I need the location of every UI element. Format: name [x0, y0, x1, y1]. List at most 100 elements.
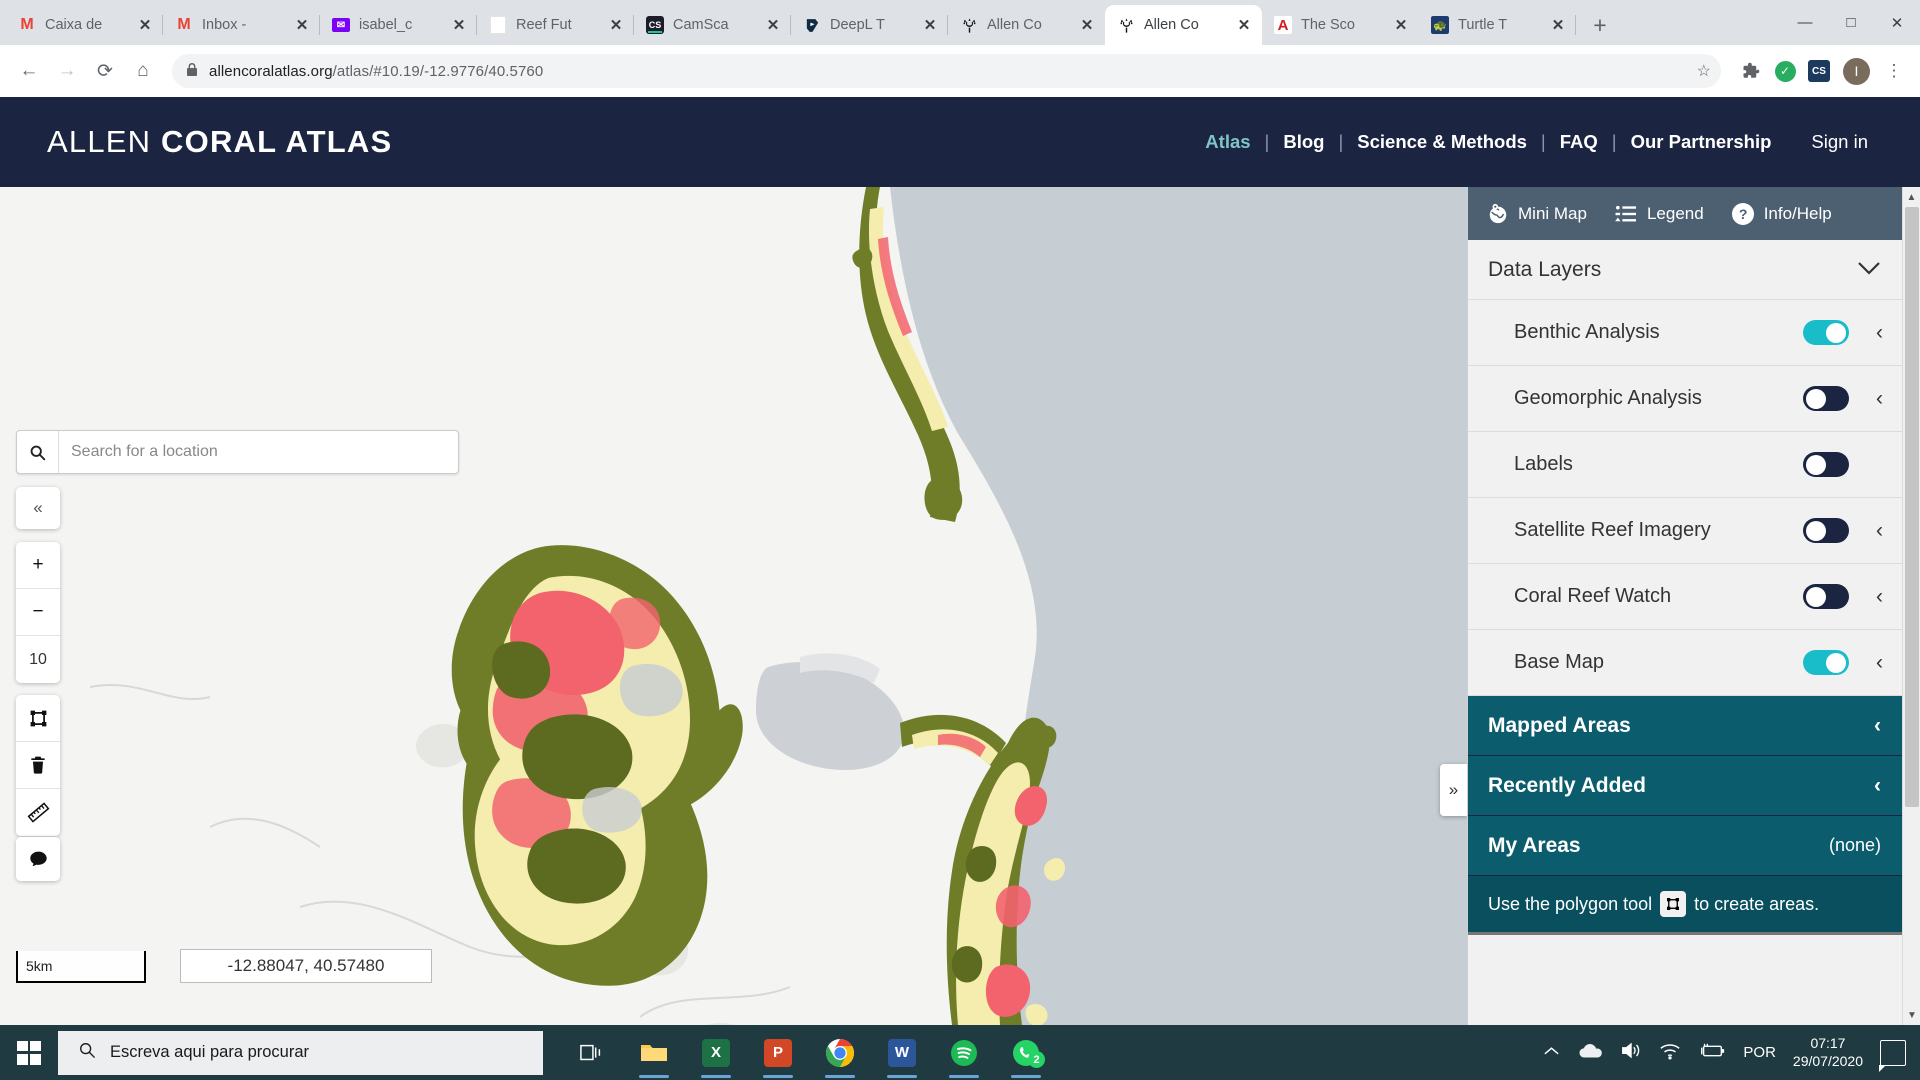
onedrive-icon[interactable] [1577, 1042, 1603, 1064]
chevron-left-icon[interactable]: ‹ [1849, 651, 1883, 675]
reload-button[interactable]: ⟳ [88, 54, 122, 88]
word-icon[interactable]: W [871, 1025, 933, 1080]
close-window-button[interactable]: ✕ [1874, 0, 1920, 45]
browser-tab[interactable]: DeepL T ✕ [791, 5, 948, 45]
search-input[interactable] [59, 431, 458, 473]
close-icon[interactable]: ✕ [920, 15, 940, 35]
wifi-icon[interactable] [1659, 1042, 1681, 1064]
nav-atlas[interactable]: Atlas [1205, 131, 1250, 153]
nav-science-methods[interactable]: Science & Methods [1357, 131, 1527, 153]
panel-scrollbar[interactable]: ▲ ▼ [1902, 187, 1920, 1025]
layer-row-benthic-analysis[interactable]: Benthic Analysis ‹ [1468, 300, 1903, 366]
scroll-down-arrow[interactable]: ▼ [1903, 1005, 1920, 1025]
notification-icon[interactable] [1879, 1039, 1906, 1072]
info-help-button[interactable]: ? Info/Help [1732, 202, 1832, 225]
profile-avatar[interactable]: I [1843, 57, 1870, 85]
chevron-left-icon[interactable]: ‹ [1874, 774, 1881, 798]
chevron-left-icon[interactable]: ‹ [1874, 714, 1881, 738]
layer-toggle-satellite-reef-imagery[interactable] [1803, 518, 1849, 543]
close-icon[interactable]: ✕ [1391, 15, 1411, 35]
address-bar[interactable]: allencoralatlas.org/atlas/#10.19/-12.977… [172, 54, 1721, 88]
sign-in-link[interactable]: Sign in [1811, 131, 1868, 153]
scroll-up-arrow[interactable]: ▲ [1903, 187, 1920, 207]
mini-map-button[interactable]: Mini Map [1486, 202, 1587, 225]
volume-icon[interactable] [1620, 1041, 1642, 1064]
chevron-left-icon[interactable]: ‹ [1849, 321, 1883, 345]
browser-tab-active[interactable]: Allen Co ✕ [1105, 5, 1262, 45]
legend-button[interactable]: Legend [1615, 202, 1704, 225]
layer-row-geomorphic-analysis[interactable]: Geomorphic Analysis ‹ [1468, 366, 1903, 432]
browser-tab[interactable]: ✉ isabel_c ✕ [320, 5, 477, 45]
zoom-in-button[interactable]: + [16, 542, 60, 589]
map-canvas[interactable]: « + − 10 [0, 187, 1920, 1025]
nav-faq[interactable]: FAQ [1560, 131, 1598, 153]
chrome-icon[interactable] [809, 1025, 871, 1080]
spotify-icon[interactable] [933, 1025, 995, 1080]
browser-tab[interactable]: 🐢 Turtle T ✕ [1419, 5, 1576, 45]
browser-tab[interactable]: Reef Fut ✕ [477, 5, 634, 45]
layer-toggle-coral-reef-watch[interactable] [1803, 584, 1849, 609]
close-icon[interactable]: ✕ [1234, 15, 1254, 35]
layer-toggle-labels[interactable] [1803, 452, 1849, 477]
chevron-down-icon[interactable] [1857, 258, 1881, 282]
bookmark-star-icon[interactable]: ☆ [1697, 61, 1711, 81]
layer-toggle-base-map[interactable] [1803, 650, 1849, 675]
whatsapp-icon[interactable]: 2 [995, 1025, 1057, 1080]
site-logo[interactable]: ALLEN CORAL ATLAS [47, 124, 392, 160]
data-layers-header[interactable]: Data Layers [1468, 240, 1903, 300]
powerpoint-icon[interactable]: P [747, 1025, 809, 1080]
home-button[interactable]: ⌂ [126, 54, 160, 88]
browser-tab[interactable]: M Inbox - ✕ [163, 5, 320, 45]
file-explorer-icon[interactable] [623, 1025, 685, 1080]
layer-row-base-map[interactable]: Base Map ‹ [1468, 630, 1903, 696]
location-search[interactable] [16, 430, 459, 474]
close-icon[interactable]: ✕ [1548, 15, 1568, 35]
layer-toggle-geomorphic-analysis[interactable] [1803, 386, 1849, 411]
layer-toggle-benthic-analysis[interactable] [1803, 320, 1849, 345]
panel-expander-button[interactable]: » [1440, 764, 1467, 816]
close-icon[interactable]: ✕ [1077, 15, 1097, 35]
delete-tool-button[interactable] [16, 742, 60, 789]
section-my-areas[interactable]: My Areas (none) [1468, 816, 1903, 876]
nav-our-partnership[interactable]: Our Partnership [1631, 131, 1772, 153]
polygon-tool-button[interactable] [16, 695, 60, 742]
start-button[interactable] [0, 1025, 58, 1080]
chevron-left-icon[interactable]: ‹ [1849, 519, 1883, 543]
browser-tab[interactable]: CS CamSca ✕ [634, 5, 791, 45]
new-tab-button[interactable]: + [1584, 9, 1616, 41]
zoom-out-button[interactable]: − [16, 589, 60, 636]
extensions-puzzle-icon[interactable] [1739, 59, 1763, 83]
clock[interactable]: 07:17 29/07/2020 [1793, 1035, 1863, 1071]
browser-tab[interactable]: M Caixa de ✕ [6, 5, 163, 45]
layer-row-labels[interactable]: Labels [1468, 432, 1903, 498]
minimize-button[interactable]: — [1782, 0, 1828, 45]
close-icon[interactable]: ✕ [292, 15, 312, 35]
language-indicator[interactable]: POR [1743, 1044, 1776, 1061]
comment-tool-button[interactable] [16, 837, 60, 881]
close-icon[interactable]: ✕ [763, 15, 783, 35]
measure-tool-button[interactable] [16, 789, 60, 836]
collapse-left-button[interactable]: « [16, 487, 60, 529]
chrome-menu-icon[interactable]: ⋮ [1880, 61, 1908, 81]
browser-tab[interactable]: A The Sco ✕ [1262, 5, 1419, 45]
excel-icon[interactable]: X [685, 1025, 747, 1080]
chevron-left-icon[interactable]: ‹ [1849, 387, 1883, 411]
section-recently-added[interactable]: Recently Added ‹ [1468, 756, 1903, 816]
task-view-icon[interactable] [561, 1025, 623, 1080]
taskbar-search[interactable]: Escreva aqui para procurar [58, 1030, 543, 1075]
close-icon[interactable]: ✕ [606, 15, 626, 35]
back-button[interactable]: ← [12, 54, 46, 88]
chevron-left-icon[interactable]: ‹ [1849, 585, 1883, 609]
close-icon[interactable]: ✕ [135, 15, 155, 35]
layer-row-coral-reef-watch[interactable]: Coral Reef Watch ‹ [1468, 564, 1903, 630]
forward-button[interactable]: → [50, 54, 84, 88]
layer-row-satellite-reef-imagery[interactable]: Satellite Reef Imagery ‹ [1468, 498, 1903, 564]
section-mapped-areas[interactable]: Mapped Areas ‹ [1468, 696, 1903, 756]
adblock-check-icon[interactable]: ✓ [1773, 59, 1797, 83]
battery-charging-icon[interactable] [1698, 1043, 1726, 1063]
browser-tab[interactable]: Allen Co ✕ [948, 5, 1105, 45]
close-icon[interactable]: ✕ [449, 15, 469, 35]
camscanner-extension-icon[interactable]: CS [1807, 59, 1831, 83]
scrollbar-thumb[interactable] [1905, 207, 1919, 807]
nav-blog[interactable]: Blog [1283, 131, 1324, 153]
